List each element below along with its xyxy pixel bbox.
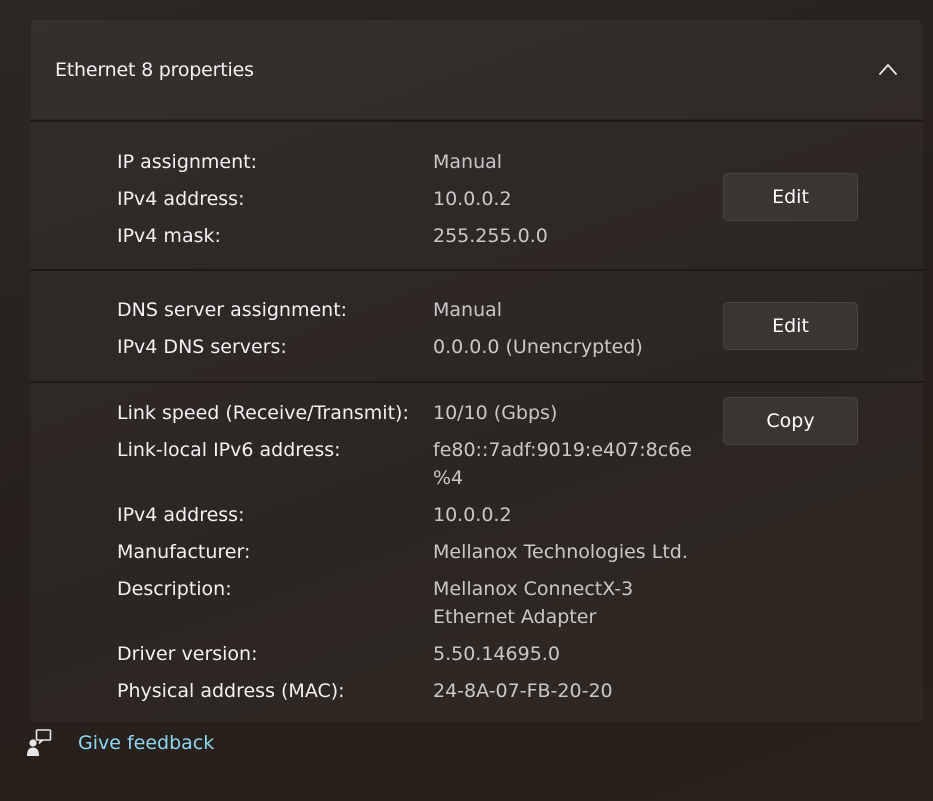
panel-title: Ethernet 8 properties xyxy=(55,59,254,81)
driver-version-label: Driver version: xyxy=(117,643,258,665)
driver-version-value: 5.50.14695.0 xyxy=(433,643,560,665)
link-local-ipv6-value: fe80::7adf:9019:e407:8c6e xyxy=(433,439,692,461)
ipv4-mask-label: IPv4 mask: xyxy=(117,225,221,247)
ipv4-address-label: IPv4 address: xyxy=(117,188,245,210)
mac-address-label: Physical address (MAC): xyxy=(117,680,345,702)
give-feedback-link[interactable]: Give feedback xyxy=(78,732,214,754)
manufacturer-value: Mellanox Technologies Ltd. xyxy=(433,541,688,563)
ip-settings-section: IP assignment: Manual IPv4 address: 10.0… xyxy=(30,120,923,269)
edit-ip-button[interactable]: Edit xyxy=(723,173,858,221)
give-feedback-link-row[interactable]: Give feedback xyxy=(26,728,214,758)
ipv4-dns-servers-value: 0.0.0.0 (Unencrypted) xyxy=(433,336,643,358)
description-value-cont: Ethernet Adapter xyxy=(433,606,597,628)
manufacturer-label: Manufacturer: xyxy=(117,541,251,563)
mac-address-value: 24-8A-07-FB-20-20 xyxy=(433,680,613,702)
feedback-icon[interactable] xyxy=(26,728,54,758)
link-local-ipv6-value-cont: %4 xyxy=(433,467,464,489)
link-speed-value: 10/10 (Gbps) xyxy=(433,402,558,424)
description-label: Description: xyxy=(117,578,232,600)
link-local-ipv6-label: Link-local IPv6 address: xyxy=(117,439,341,461)
adapter-details-section: Link speed (Receive/Transmit): 10/10 (Gb… xyxy=(30,381,923,722)
ip-assignment-value: Manual xyxy=(433,151,503,173)
chevron-up-icon[interactable] xyxy=(878,62,898,76)
dns-assignment-value: Manual xyxy=(433,299,503,321)
ethernet-properties-panel: Ethernet 8 properties IP assignment: Man… xyxy=(30,19,923,722)
ipv4-mask-value: 255.255.0.0 xyxy=(433,225,548,247)
edit-dns-button[interactable]: Edit xyxy=(723,302,858,350)
panel-header[interactable]: Ethernet 8 properties xyxy=(30,19,923,120)
details-ipv4-address-value: 10.0.0.2 xyxy=(433,504,512,526)
dns-settings-section: DNS server assignment: Manual IPv4 DNS s… xyxy=(30,269,923,381)
description-value: Mellanox ConnectX-3 xyxy=(433,578,634,600)
ipv4-dns-servers-label: IPv4 DNS servers: xyxy=(117,336,287,358)
dns-assignment-label: DNS server assignment: xyxy=(117,299,348,321)
link-speed-label: Link speed (Receive/Transmit): xyxy=(117,402,409,424)
ipv4-address-value: 10.0.0.2 xyxy=(433,188,512,210)
details-ipv4-address-label: IPv4 address: xyxy=(117,504,245,526)
ip-assignment-label: IP assignment: xyxy=(117,151,258,173)
copy-button[interactable]: Copy xyxy=(723,397,858,445)
